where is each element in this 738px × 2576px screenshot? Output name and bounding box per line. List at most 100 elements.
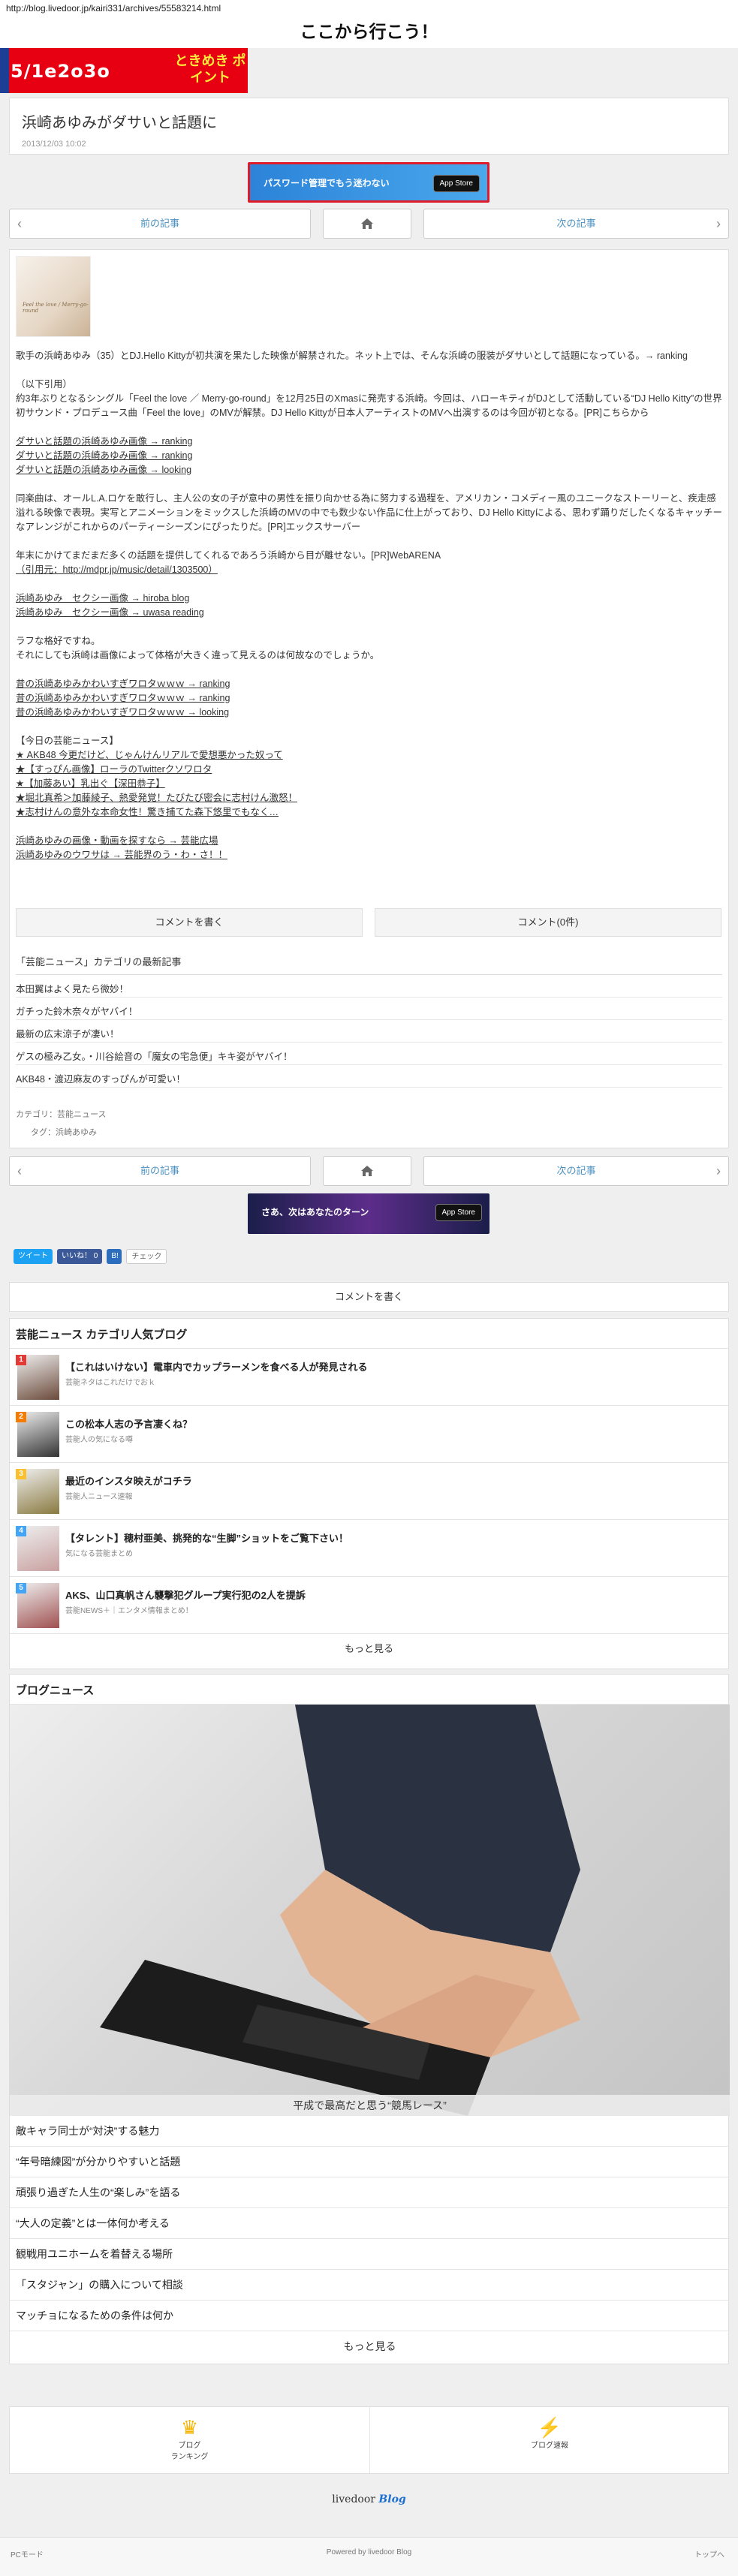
news-link[interactable]: ★【加藤あい】乳出ぐ【深田恭子】 <box>16 778 165 789</box>
chevron-right-icon: › <box>716 1163 721 1178</box>
related-item[interactable]: AKB48・渡辺麻友のすっぴんが可愛い！ <box>16 1065 722 1088</box>
ranking-link[interactable]: 昔の浜崎あゆみかわいすぎワロタｗｗｗ → ranking <box>16 679 230 689</box>
ranking-link[interactable]: 昔の浜崎あゆみかわいすぎワロタｗｗｗ → looking <box>16 707 229 718</box>
source-link[interactable]: （引用元：http://mdpr.jp/music/detail/1303500… <box>16 564 218 575</box>
next-article-button[interactable]: 次の記事 › <box>423 1156 729 1186</box>
mixi-check-button[interactable]: チェック <box>126 1249 167 1264</box>
address-bar[interactable]: http://blog.livedoor.jp/kairi331/archive… <box>0 0 738 15</box>
logo-blog: Blog <box>378 2493 406 2505</box>
chevron-left-icon: ‹ <box>17 1163 22 1178</box>
hatena-bookmark-button[interactable]: B! <box>107 1249 122 1264</box>
prev-label: 前の記事 <box>140 1165 179 1176</box>
category-label: カテゴリ： <box>16 1110 57 1119</box>
search-link[interactable]: 浜崎あゆみのウワサは → 芸能界のう・わ・さ！！ <box>16 850 227 860</box>
popular-item[interactable]: 5 AKS、山口真帆さん襲撃犯グループ実行犯の2人を提訴 芸能NEWS＋｜エンタ… <box>10 1577 728 1634</box>
chevron-left-icon: ‹ <box>17 216 22 231</box>
home-button[interactable] <box>323 1156 411 1186</box>
related-item[interactable]: ゲスの極み乙女。・川谷絵音の「魔女の宅急便」キキ姿がヤバイ！ <box>16 1043 722 1065</box>
facebook-like-button[interactable]: いいね！ 0 <box>57 1249 103 1264</box>
home-button[interactable] <box>323 209 411 239</box>
related-item[interactable]: 最新の広末涼子が凄い！ <box>16 1020 722 1043</box>
popular-title: AKS、山口真帆さん襲撃犯グループ実行犯の2人を提訴 <box>65 1590 306 1601</box>
tweet-button[interactable]: ツイート <box>14 1249 53 1264</box>
blog-link[interactable]: 浜崎あゆみ セクシー画像 → uwasa reading <box>16 607 204 618</box>
ranking-links: ダサいと話題の浜崎あゆみ画像 → ranking ダサいと話題の浜崎あゆみ画像 … <box>16 435 724 477</box>
ad-banner-1[interactable]: パスワード管理でもう迷わない App Store <box>248 162 489 203</box>
ranking-link[interactable]: 昔の浜崎あゆみかわいすぎワロタｗｗｗ → ranking <box>16 693 230 703</box>
popular-source: 芸能ネタはこれだけでおｋ <box>65 1379 155 1387</box>
app-store-badge: App Store <box>432 175 480 192</box>
news-item[interactable]: 敵キャラ同士が“対決”する魅力 <box>10 2116 730 2147</box>
news-link[interactable]: ★ AKB48 今更だけど、じゃんけんリアルで愛想悪かった奴って <box>16 750 283 760</box>
blog-header: ここから行こう！ <box>0 15 738 48</box>
news-hero-image[interactable]: 平成で最高だと思う“競馬レース” <box>10 1705 730 2116</box>
blog-link[interactable]: 浜崎あゆみ セクシー画像 → hiroba blog <box>16 593 189 603</box>
remote-control-hand-image <box>100 1705 580 2116</box>
article-thumbnail[interactable]: Feel the love / Merry-go-round <box>16 256 91 337</box>
news-item[interactable]: “大人の定義”とは一体何か考える <box>10 2208 730 2239</box>
popular-title: 最近のインスタ映えがコチラ <box>65 1476 192 1487</box>
prev-article-button[interactable]: ‹ 前の記事 <box>9 209 311 239</box>
write-comment-button[interactable]: コメントを書く <box>16 908 363 937</box>
crown-icon: ♛ <box>180 2416 199 2439</box>
top-banner-ad[interactable]: 5/1e2o3o ときめき ポイント <box>0 48 248 93</box>
next-article-button[interactable]: 次の記事 › <box>423 209 729 239</box>
ad-banner-2[interactable]: さあ、次はあなたのターン App Store <box>248 1193 489 1234</box>
quote-block: （以下引用） 約3年ぶりとなるシングル「Feel the love ／ Merry… <box>16 378 724 420</box>
news-link[interactable]: ★【すっぴん画像】ローラのTwitterクソワロタ <box>16 764 212 775</box>
popular-source: 芸能人の気になる噂 <box>65 1436 133 1444</box>
popular-heading: 芸能ニュース カテゴリ人気ブログ <box>10 1319 728 1349</box>
back-to-top-link[interactable]: トップへ <box>694 2548 724 2559</box>
news-link[interactable]: ★志村けんの意外な本命女性！驚き捕てた森下悠里でもなく… <box>16 807 279 817</box>
rank-badge: 3 <box>16 1469 26 1479</box>
comment-count-button[interactable]: コメント(0件) <box>375 908 721 937</box>
popular-item[interactable]: 1 【これはいけない】電車内でカップラーメンを食べる人が発見される 芸能ネタはこ… <box>10 1349 728 1406</box>
rank-badge: 2 <box>16 1412 26 1422</box>
comment-block: ラフな格好ですね。 それにしても浜崎は画像によって体格が大きく違って見えるのは何故… <box>16 634 724 663</box>
home-icon <box>361 1166 373 1176</box>
news-more-button[interactable]: もっと見る <box>10 2331 730 2361</box>
article-body-card: Feel the love / Merry-go-round 歌手の浜崎あゆみ（… <box>9 249 729 1148</box>
quote-label: （以下引用） <box>16 379 73 390</box>
news-item[interactable]: “年号暗練図”が分かりやすいと話題 <box>10 2147 730 2177</box>
article-date: 2013/12/03 10:02 <box>22 140 86 149</box>
news-item[interactable]: マッチョになるための条件は何か <box>10 2301 730 2331</box>
news-item[interactable]: 観戦用ユニホームを着替える場所 <box>10 2239 730 2270</box>
livedoor-blog-logo[interactable]: livedoor Blog <box>0 2484 738 2514</box>
tag-link[interactable]: 浜崎あゆみ <box>56 1128 97 1137</box>
news-link[interactable]: ★堀北真希＞加藤綾子、熱愛発覚！たびたび密会に志村けん激怒！ <box>16 793 297 803</box>
popular-title: 【これはいけない】電車内でカップラーメンを食べる人が発見される <box>65 1362 368 1373</box>
popular-list: 1 【これはいけない】電車内でカップラーメンを食べる人が発見される 芸能ネタはこ… <box>10 1349 728 1634</box>
related-item[interactable]: 本田翼はよく見たら微妙！ <box>16 975 722 998</box>
write-comment-bar[interactable]: コメントを書く <box>9 1282 729 1312</box>
popular-more-button[interactable]: もっと見る <box>10 1634 728 1664</box>
rank-badge: 1 <box>16 1355 26 1365</box>
category-link[interactable]: 芸能ニュース <box>57 1110 106 1119</box>
related-articles: 「芸能ニュース」カテゴリの最新記事 本田翼はよく見たら微妙！ ガチった鈴木奈々が… <box>16 948 722 1088</box>
prev-article-button[interactable]: ‹ 前の記事 <box>9 1156 311 1186</box>
ranking-link[interactable]: ダサいと話題の浜崎あゆみ画像 → looking <box>16 465 191 475</box>
hero-caption[interactable]: 平成で最高だと思う“競馬レース” <box>10 2095 730 2116</box>
popular-item[interactable]: 3 最近のインスタ映えがコチラ 芸能人ニュース速報 <box>10 1463 728 1520</box>
article-title[interactable]: 浜崎あゆみがダサいと話題に <box>22 110 716 132</box>
news-item[interactable]: 頑張り過ぎた人生の“楽しみ”を語る <box>10 2177 730 2208</box>
news-item[interactable]: 「スタジャン」の購入について相談 <box>10 2270 730 2301</box>
article-nav-bottom: ‹ 前の記事 次の記事 › <box>9 1156 729 1186</box>
related-heading: 「芸能ニュース」カテゴリの最新記事 <box>16 948 722 975</box>
article-nav-top: ‹ 前の記事 次の記事 › <box>9 209 729 239</box>
popular-item[interactable]: 4 【タレント】穂村亜美、挑発的な“生脚”ショットをご覧下さい！ 気になる芸能ま… <box>10 1520 728 1577</box>
article-meta: カテゴリ：芸能ニュース タグ：浜崎あゆみ <box>16 1106 106 1142</box>
tag-label: タグ： <box>31 1128 56 1137</box>
article-body: 歌手の浜崎あゆみ（35）とDJ.Hello Kittyが初共演を果たした映像が解… <box>16 349 724 862</box>
search-link[interactable]: 浜崎あゆみの画像・動画を探すなら → 芸能広場 <box>16 835 218 846</box>
ranking-link[interactable]: ダサいと話題の浜崎あゆみ画像 → ranking <box>16 450 192 461</box>
ranking-link[interactable]: ダサいと話題の浜崎あゆみ画像 → ranking <box>16 436 192 447</box>
popular-item[interactable]: 2 この松本人志の予言凄くね？ 芸能人の気になる噂 <box>10 1406 728 1463</box>
body-line: 年末にかけてまだまだ多くの話題を提供してくれるであろう浜崎から目が離せない。[P… <box>16 550 441 561</box>
blog-fast-news-link[interactable]: ⚡ ブログ速報 <box>369 2407 729 2473</box>
popular-title: 【タレント】穂村亜美、挑発的な“生脚”ショットをご覧下さい！ <box>65 1533 349 1544</box>
related-item[interactable]: ガチった鈴木奈々がヤバイ！ <box>16 998 722 1020</box>
blog-ranking-link[interactable]: ♛ ブログ ランキング <box>10 2407 369 2473</box>
body-paragraph: 同楽曲は、オールL.A.ロケを敢行し、主人公の女の子が意中の男性を振り向かせる為… <box>16 493 723 532</box>
blog-title[interactable]: ここから行こう！ <box>0 15 738 48</box>
